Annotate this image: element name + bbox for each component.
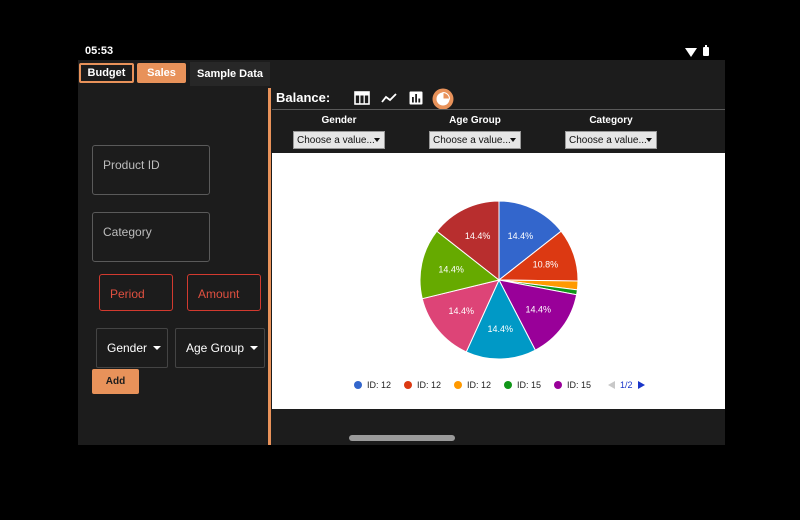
legend-swatch <box>404 381 412 389</box>
gender-filter-select[interactable]: Choose a value... <box>293 131 385 149</box>
category-field[interactable]: Category <box>92 212 210 262</box>
status-bar: 05:53 <box>78 44 725 60</box>
age-group-dropdown[interactable]: Age Group <box>175 328 265 368</box>
chevron-down-icon <box>153 346 162 350</box>
legend-label: ID: 12 <box>417 380 442 390</box>
tab-budget[interactable]: Budget <box>79 63 134 83</box>
report-panel: Balance: Gender Choose a value... Age Gr… <box>272 88 725 445</box>
wifi-icon <box>685 48 697 57</box>
age-group-filter-value: Choose a value... <box>433 134 511 146</box>
gender-filter-value: Choose a value... <box>297 134 375 146</box>
pie-slice-label: 14.4% <box>525 304 551 314</box>
pie-slice-label: 14.4% <box>487 324 513 334</box>
line-chart-icon[interactable] <box>381 91 397 105</box>
entry-form: Product ID Category Period Amount Gender… <box>78 86 268 445</box>
tab-sample-data[interactable]: Sample Data <box>190 62 270 86</box>
chevron-down-icon <box>646 138 652 142</box>
category-filter-label: Category <box>589 115 633 126</box>
toolbar-separator <box>272 109 725 110</box>
pie-slice-label: 14.4% <box>448 306 474 316</box>
legend-item[interactable]: ID: 12 <box>454 380 491 390</box>
legend-item[interactable]: ID: 15 <box>504 380 541 390</box>
gender-dropdown[interactable]: Gender <box>96 328 168 368</box>
device-screen: 05:53 Budget Sales Sample Data Product I… <box>78 44 725 445</box>
legend-swatch <box>554 381 562 389</box>
pie-chart-icon[interactable] <box>432 88 454 110</box>
legend-page-number: 1/2 <box>620 380 633 390</box>
pie-slice-label: 14.4% <box>465 231 491 241</box>
balance-title: Balance: <box>276 90 331 105</box>
chevron-down-icon <box>250 346 259 350</box>
table-icon[interactable] <box>354 91 370 105</box>
bar-chart-icon[interactable] <box>408 91 424 105</box>
pie-slice-label: 14.4% <box>438 265 464 275</box>
age-group-filter-select[interactable]: Choose a value... <box>429 131 521 149</box>
legend-item[interactable]: ID: 12 <box>354 380 391 390</box>
amount-field[interactable]: Amount <box>187 274 261 311</box>
tab-sales[interactable]: Sales <box>137 63 186 83</box>
legend-label: ID: 12 <box>467 380 492 390</box>
category-filter-value: Choose a value... <box>569 134 647 146</box>
legend-label: ID: 15 <box>517 380 542 390</box>
previous-page-icon[interactable] <box>608 381 615 389</box>
pie-slice-label: 14.4% <box>508 231 534 241</box>
chevron-down-icon <box>374 138 380 142</box>
period-field[interactable]: Period <box>99 274 173 311</box>
pie-slice-label: 10.8% <box>533 259 559 269</box>
age-group-dropdown-label: Age Group <box>186 341 245 355</box>
pie-chart: 14.4% 10.8% 14.4% 14.4% 14.4% 14.4% 14.4% <box>419 200 579 360</box>
chevron-down-icon <box>510 138 516 142</box>
product-id-field[interactable]: Product ID <box>92 145 210 195</box>
legend-swatch <box>504 381 512 389</box>
legend-swatch <box>354 381 362 389</box>
gender-filter-label: Gender <box>321 115 357 126</box>
legend-item[interactable]: ID: 15 <box>554 380 591 390</box>
category-filter-select[interactable]: Choose a value... <box>565 131 657 149</box>
chart-area: 14.4% 10.8% 14.4% 14.4% 14.4% 14.4% 14.4% ID: … <box>272 153 725 409</box>
next-page-icon[interactable] <box>637 381 645 389</box>
battery-icon <box>703 45 709 56</box>
gender-dropdown-label: Gender <box>107 341 148 355</box>
home-indicator[interactable] <box>349 435 455 441</box>
tab-bar: Budget Sales Sample Data <box>78 62 270 86</box>
legend-pager: 1/2 <box>608 380 645 390</box>
status-time: 05:53 <box>85 45 114 57</box>
legend-label: ID: 12 <box>367 380 392 390</box>
legend-swatch <box>454 381 462 389</box>
legend-item[interactable]: ID: 12 <box>404 380 441 390</box>
add-button[interactable]: Add <box>92 369 139 394</box>
legend-label: ID: 15 <box>567 380 592 390</box>
age-group-filter-label: Age Group <box>449 115 501 126</box>
